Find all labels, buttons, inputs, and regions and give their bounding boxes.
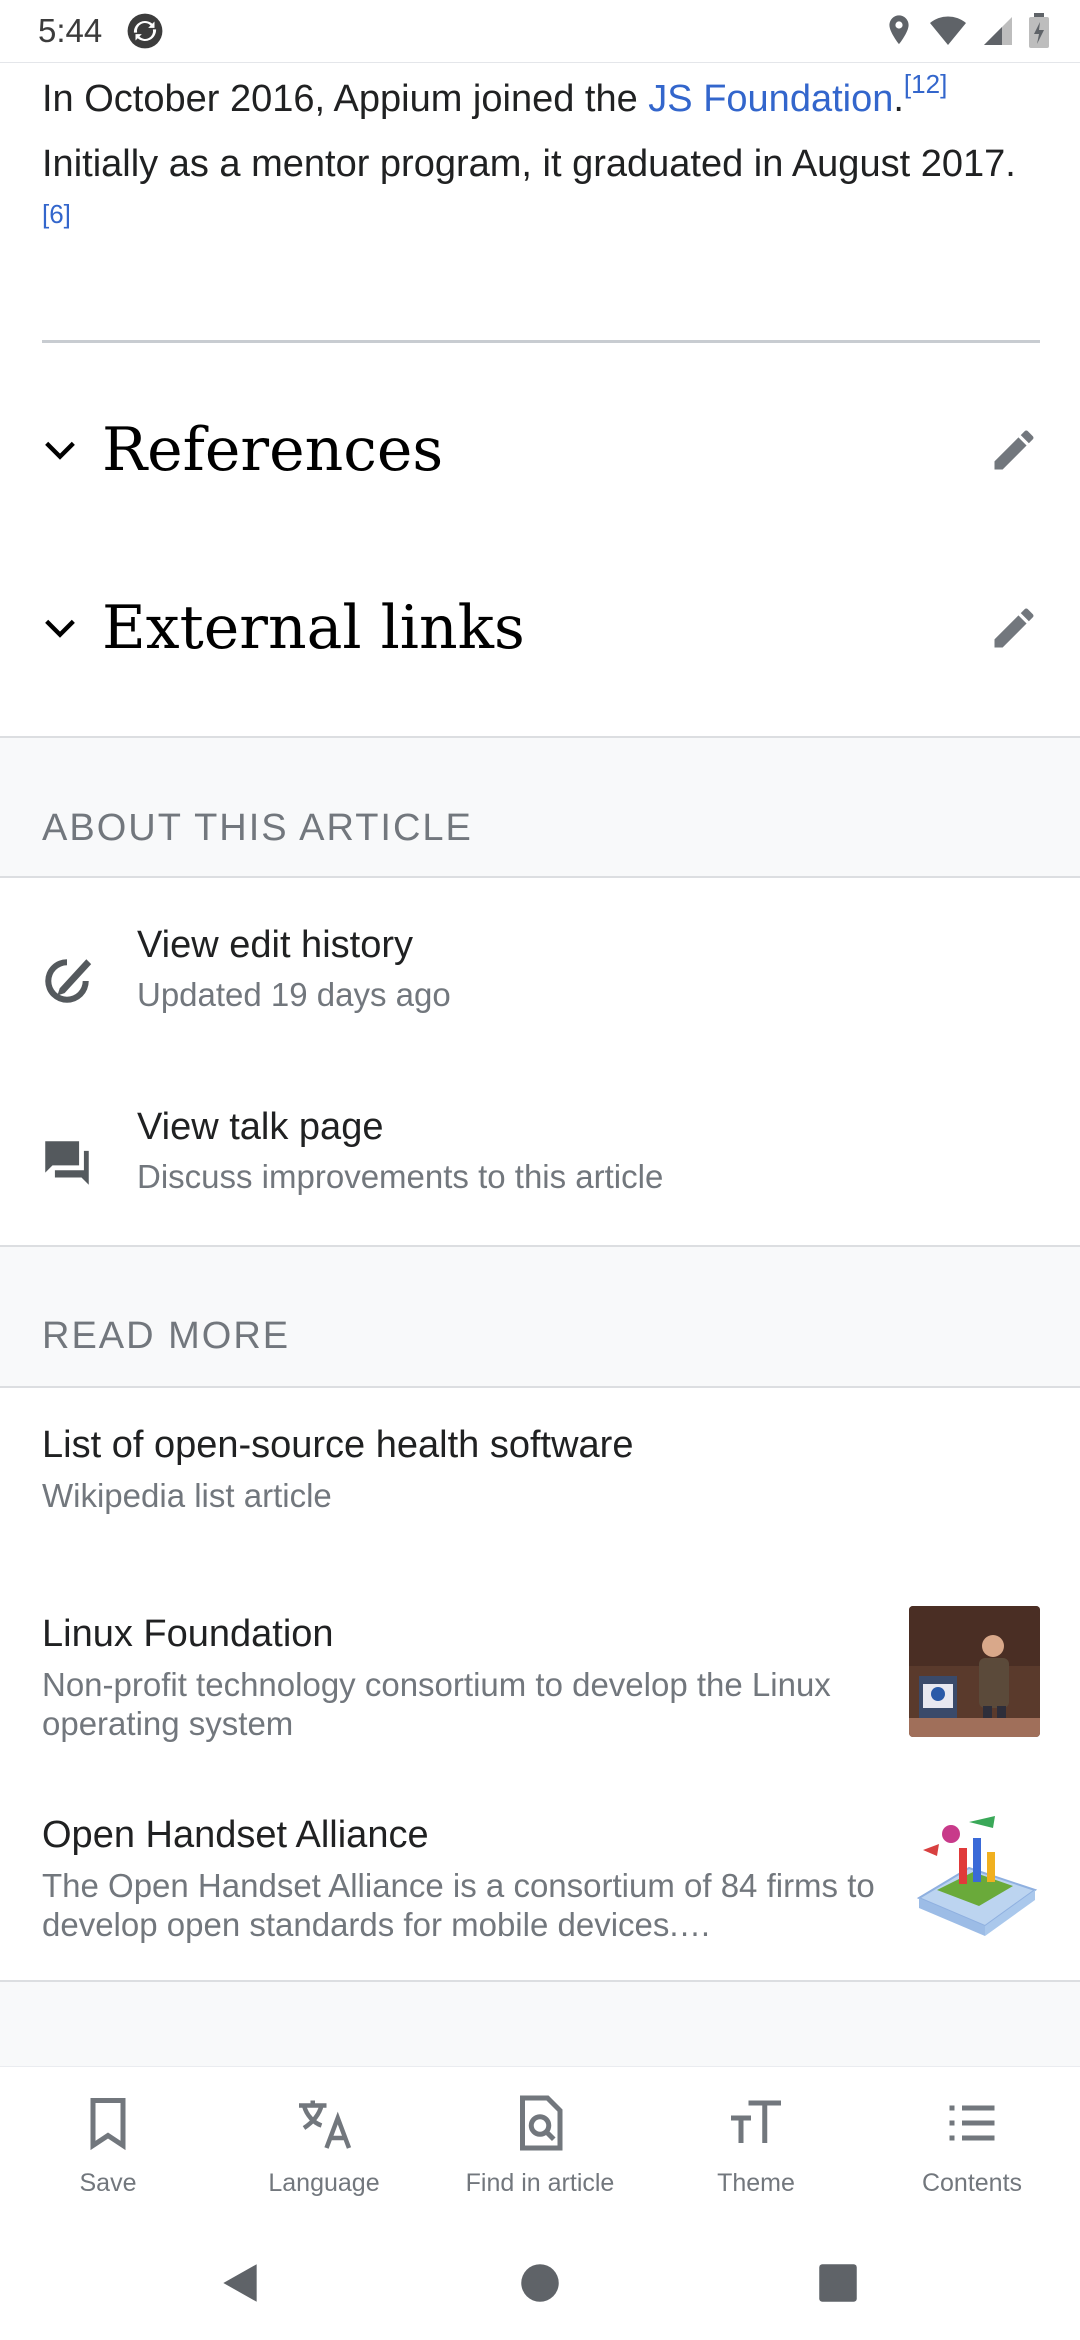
read-more-title: Open Handset Alliance: [42, 1814, 429, 1856]
article-text-line2: Initially as a mentor program, it gradua…: [42, 143, 1016, 185]
edit-history-icon: [45, 959, 92, 1003]
view-edit-history-subtitle: Updated 19 days ago: [137, 976, 451, 1013]
location-icon: [889, 15, 909, 45]
read-more-title: List of open-source health software: [42, 1424, 634, 1466]
translate-icon: [299, 2100, 352, 2149]
sync-app-icon: [127, 13, 163, 49]
battery-icon: [1029, 13, 1049, 48]
read-more-description: Wikipedia list article: [42, 1477, 332, 1514]
about-header-band: ABOUT THIS ARTICLE: [0, 736, 1080, 878]
read-more-header: READ MORE: [42, 1315, 291, 1357]
theme-label: Theme: [717, 2169, 795, 2197]
section-references[interactable]: References: [0, 390, 1080, 510]
recents-icon[interactable]: [813, 2258, 863, 2308]
read-more-item[interactable]: Linux Foundation Non-profit technology c…: [0, 1606, 1080, 1773]
view-edit-history[interactable]: View edit history Updated 19 days ago: [0, 924, 1080, 1074]
article-text-line1: In October 2016, Appium joined the: [42, 78, 649, 120]
read-more-description: Non-profit technology consortium to deve…: [42, 1666, 831, 1742]
edit-pencil-icon[interactable]: [988, 602, 1040, 654]
status-bar: 5:44: [0, 0, 1080, 63]
reference-6-link[interactable]: [6]: [42, 199, 71, 229]
system-nav-bar: [0, 2226, 1080, 2340]
home-icon[interactable]: [515, 2258, 565, 2308]
view-talk-page-subtitle: Discuss improvements to this article: [137, 1158, 664, 1195]
view-edit-history-title: View edit history: [137, 924, 413, 966]
article-text-period: .: [893, 78, 904, 120]
about-header: ABOUT THIS ARTICLE: [42, 807, 473, 849]
text-size-icon: [731, 2100, 781, 2143]
article-paragraph: In October 2016, Appium joined the JS Fo…: [42, 67, 1022, 262]
section-external-links[interactable]: External links: [0, 568, 1080, 688]
find-in-article-button[interactable]: Find in article: [432, 2067, 648, 2226]
footer-band: [0, 1980, 1080, 2068]
read-more-title: Linux Foundation: [42, 1613, 334, 1655]
article-toolbar: Save Language Find in article Theme Cont…: [0, 2066, 1080, 2226]
read-more-item[interactable]: List of open-source health software Wiki…: [0, 1424, 1080, 1554]
chevron-down-icon: [45, 619, 75, 638]
language-button[interactable]: Language: [216, 2067, 432, 2226]
status-time: 5:44: [38, 12, 103, 49]
section-title-references: References: [102, 415, 444, 485]
back-icon[interactable]: [215, 2258, 265, 2308]
bookmark-icon: [90, 2098, 126, 2151]
view-talk-page[interactable]: View talk page Discuss improvements to t…: [0, 1106, 1080, 1256]
contents-button[interactable]: Contents: [864, 2067, 1080, 2226]
wifi-icon: [930, 16, 966, 45]
view-talk-page-title: View talk page: [137, 1106, 384, 1148]
find-in-article-label: Find in article: [465, 2169, 615, 2197]
linux-foundation-thumbnail: [909, 1606, 1040, 1737]
contents-label: Contents: [921, 2169, 1023, 2197]
edit-pencil-icon[interactable]: [988, 424, 1040, 476]
theme-button[interactable]: Theme: [648, 2067, 864, 2226]
signal-icon: [984, 17, 1012, 45]
chevron-down-icon: [45, 441, 75, 460]
reference-12-link[interactable]: [12]: [904, 69, 947, 99]
save-button[interactable]: Save: [0, 2067, 216, 2226]
find-in-page-icon: [520, 2095, 563, 2151]
read-more-item[interactable]: Open Handset Alliance The Open Handset A…: [0, 1808, 1080, 1974]
read-more-description: The Open Handset Alliance is a consortiu…: [42, 1867, 875, 1943]
open-handset-alliance-logo: [909, 1808, 1040, 1939]
read-more-header-band: READ MORE: [0, 1245, 1080, 1388]
js-foundation-link[interactable]: JS Foundation: [648, 78, 893, 120]
save-label: Save: [79, 2169, 137, 2197]
section-title-external-links: External links: [102, 593, 525, 663]
language-label: Language: [268, 2169, 380, 2197]
talk-page-icon: [45, 1141, 89, 1185]
section-divider: [42, 340, 1040, 343]
status-icons: [884, 13, 1050, 49]
list-icon: [949, 2105, 995, 2141]
